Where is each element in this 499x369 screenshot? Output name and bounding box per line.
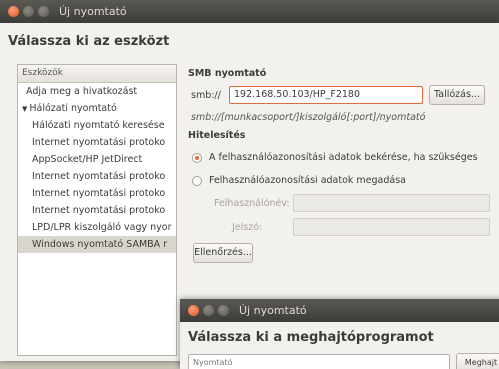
username-label: Felhasználónév: bbox=[214, 198, 290, 209]
list-item[interactable]: Internet nyomtatási protoko bbox=[18, 134, 176, 151]
list-item-selected[interactable]: Windows nyomtató SAMBA r bbox=[18, 236, 176, 253]
expander-triangle-icon[interactable]: ▼ bbox=[22, 105, 27, 113]
page-title: Válassza ki a meghajtóprogramot bbox=[188, 330, 434, 345]
list-item[interactable]: Hálózati nyomtató keresése bbox=[18, 117, 176, 134]
smb-hint: smb://[munkacsoport/]kiszolgáló[:port]/n… bbox=[191, 112, 426, 123]
smb-section-title: SMB nyomtató bbox=[188, 68, 267, 79]
browse-button[interactable]: Tallózás... bbox=[429, 85, 485, 105]
maximize-window-button[interactable] bbox=[218, 305, 229, 316]
auth-section-title: Hitelesítés bbox=[188, 130, 246, 141]
driver-list-partial[interactable]: Nyomtató bbox=[188, 354, 450, 369]
window-title: Új nyomtató bbox=[239, 304, 307, 317]
window-title: Új nyomtató bbox=[59, 5, 127, 18]
list-item[interactable]: Internet nyomtatási protoko bbox=[18, 185, 176, 202]
list-item[interactable]: LPD/LPR kiszolgáló vagy nyor bbox=[18, 219, 176, 236]
close-window-button[interactable] bbox=[188, 305, 199, 316]
device-list-header[interactable]: Eszközök bbox=[18, 65, 176, 83]
username-field[interactable] bbox=[293, 194, 490, 212]
list-item[interactable]: Internet nyomtatási protoko bbox=[18, 202, 176, 219]
maximize-window-button[interactable] bbox=[38, 6, 49, 17]
verify-button[interactable]: Ellenőrzés... bbox=[193, 243, 253, 263]
smb-uri-input[interactable]: 192.168.50.103/HP_F2180 bbox=[229, 86, 423, 104]
radio-enter-credentials[interactable] bbox=[192, 176, 202, 186]
minimize-window-button[interactable] bbox=[23, 6, 34, 17]
list-item-network-printer[interactable]: ▼ Hálózati nyomtató bbox=[18, 100, 176, 117]
password-label: Jelszó: bbox=[232, 222, 263, 233]
list-item[interactable]: Internet nyomtatási protoko bbox=[18, 168, 176, 185]
list-item[interactable]: Adja meg a hivatkozást bbox=[18, 83, 176, 100]
smb-prefix-label: smb:// bbox=[191, 90, 221, 101]
select-driver-window: Új nyomtató Válassza ki a meghajtóprogra… bbox=[180, 299, 499, 369]
device-list[interactable]: Eszközök Adja meg a hivatkozást ▼ Hálózat… bbox=[17, 64, 177, 356]
window-titlebar[interactable]: Új nyomtató bbox=[0, 0, 499, 23]
password-field[interactable] bbox=[293, 218, 490, 236]
list-item[interactable]: AppSocket/HP JetDirect bbox=[18, 151, 176, 168]
page-title: Válassza ki az eszközt bbox=[8, 34, 170, 49]
driver-button-partial[interactable]: Meghajt bbox=[456, 353, 499, 369]
close-window-button[interactable] bbox=[8, 6, 19, 17]
minimize-window-button[interactable] bbox=[203, 305, 214, 316]
radio-enter-credentials-label[interactable]: Felhasználóazonosítási adatok megadása bbox=[209, 175, 406, 186]
window-titlebar[interactable]: Új nyomtató bbox=[180, 299, 499, 322]
radio-ask-credentials-label[interactable]: A felhasználóazonosítási adatok bekérése… bbox=[209, 152, 478, 163]
radio-ask-credentials[interactable] bbox=[192, 153, 202, 163]
